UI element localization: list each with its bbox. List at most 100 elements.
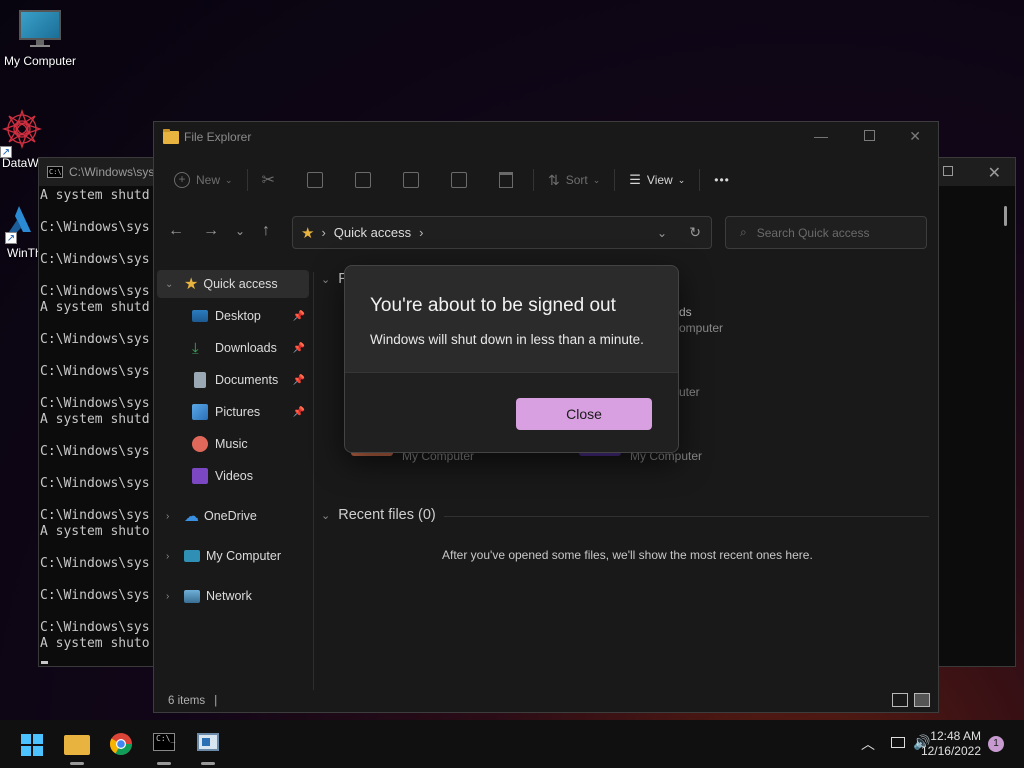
search-box[interactable]: ⌕ [725,216,927,249]
nav-item-my-computer[interactable]: › My Computer [157,542,309,570]
desktop-icon-winth[interactable]: ↗ WinTh [0,204,42,260]
toolbar-separator [532,169,534,191]
pin-icon[interactable]: 📌 [293,407,305,418]
trash-icon [498,172,513,188]
address-bar[interactable]: ★ › Quick access › ⌄ ↻ [292,216,712,249]
search-icon: ⌕ [740,225,747,239]
console-scrollbar-thumb[interactable] [1004,206,1007,226]
tiles-view-icon[interactable] [914,693,930,707]
maximize-button[interactable] [864,130,875,141]
paste-button[interactable] [331,162,379,198]
item-count: 6 items [168,695,206,707]
view-button[interactable]: ☰ View ⌄ [621,162,693,198]
dialog-message: Windows will shut down in less than a mi… [370,332,644,347]
copy-button[interactable] [283,162,331,198]
new-button[interactable]: + New ⌄ [154,162,241,198]
rename-button[interactable] [379,162,427,198]
back-arrow-icon[interactable]: ← [168,222,184,240]
show-hidden-icons-chevron-icon[interactable]: ︿ [861,734,875,754]
command-prompt-icon: C:\_ [153,733,175,751]
nav-item-downloads[interactable]: ⤓ Downloads 📌 [157,334,309,362]
explorer-titlebar[interactable]: File Explorer — ✕ [154,122,938,152]
signout-dialog: You're about to be signed out Windows wi… [344,265,679,453]
recent-files-empty-message: After you've opened some files, we'll sh… [442,548,813,562]
dialog-footer: Close [345,372,678,452]
cut-button[interactable]: ✂ [254,162,283,198]
search-input[interactable] [756,225,917,240]
minimize-button[interactable]: — [814,128,828,144]
recent-locations-chevron-icon[interactable]: ⌄ [235,224,245,238]
cloud-icon: ☁ [184,508,199,525]
nav-item-documents[interactable]: Documents 📌 [157,366,309,394]
scissors-icon: ✂ [261,172,275,189]
pin-icon[interactable]: 📌 [293,375,305,386]
download-icon: ⤓ [192,339,199,357]
pin-icon[interactable]: 📌 [293,311,305,322]
desktop-icon-my-computer[interactable]: My Computer [0,10,80,68]
music-icon [192,436,208,452]
active-app-indicator [157,762,171,765]
copy-icon [306,172,323,188]
console-close-button[interactable]: ✕ [988,163,1001,183]
nav-item-music[interactable]: Music [157,430,309,458]
start-button[interactable] [21,734,43,761]
delete-button[interactable] [475,162,521,198]
nav-item-videos[interactable]: Videos [157,462,309,490]
pin-icon[interactable]: 📌 [293,343,305,354]
monitor-icon [19,10,61,50]
active-app-indicator [201,762,215,765]
taskbar-chrome[interactable] [109,732,133,761]
dialog-close-button[interactable]: Close [516,398,652,430]
chevron-right-icon[interactable]: › [166,591,169,602]
chevron-right-icon[interactable]: › [166,511,169,522]
pictures-icon [192,404,208,420]
taskbar-app-window[interactable] [197,733,219,751]
nav-item-pictures[interactable]: Pictures 📌 [157,398,309,426]
folder-icon [163,128,179,144]
sort-button[interactable]: ⇅ Sort ⌄ [540,162,608,198]
chevron-right-icon[interactable]: › [166,551,169,562]
clock-time: 12:48 AM [930,729,981,743]
nav-item-desktop[interactable]: Desktop 📌 [157,302,309,330]
up-arrow-icon[interactable]: ↑ [262,222,270,240]
clock[interactable]: 12:48 AM 12/16/2022 [921,729,981,759]
tray: ︿ 🔊 12:48 AM 12/16/2022 1 [824,720,1024,768]
folder-icon [64,735,90,755]
taskbar-file-explorer[interactable] [64,732,90,755]
plus-circle-icon: + [174,172,190,188]
nav-item-onedrive[interactable]: › ☁ OneDrive [157,502,309,530]
share-button[interactable] [427,162,475,198]
chevron-down-icon: ⌄ [321,509,331,522]
more-options-button[interactable]: ••• [706,162,738,198]
tile-location: uter [679,385,700,399]
chrome-icon [110,733,132,755]
desktop-icon-label: WinTh [7,246,42,260]
star-icon: ★ [301,224,315,242]
address-history-chevron-icon[interactable]: ⌄ [657,226,667,240]
nav-pane: ⌄ ★ Quick access Desktop 📌 ⤓ Downloads 📌… [157,270,312,690]
section-divider [444,516,929,517]
breadcrumb-separator-icon: › [321,225,326,240]
refresh-icon[interactable]: ↻ [689,224,701,241]
windows-logo-icon [21,734,43,756]
window-title: File Explorer [184,130,252,144]
nav-item-network[interactable]: › Network [157,582,309,610]
chevron-down-icon[interactable]: ⌄ [165,279,173,290]
network-status-icon[interactable] [891,737,905,748]
close-button[interactable]: ✕ [909,128,921,145]
dialog-title: You're about to be signed out [370,295,616,316]
breadcrumb-quick-access[interactable]: Quick access [334,225,411,240]
forward-arrow-icon[interactable]: → [203,222,219,240]
tile-location: omputer [679,321,724,335]
taskbar-command-prompt[interactable]: C:\_ [153,733,175,751]
notification-badge[interactable]: 1 [988,736,1004,752]
console-maximize-button[interactable] [943,166,953,176]
app-logo-icon: ↗ [5,204,35,244]
mandala-icon: ↗ [0,108,44,158]
network-icon [184,589,200,603]
monitor-icon [184,550,200,562]
details-view-icon[interactable] [892,693,908,707]
desktop-icon-label: My Computer [3,54,77,68]
nav-item-quick-access[interactable]: ⌄ ★ Quick access [157,270,309,298]
recent-files-section-header[interactable]: ⌄ Recent files (0) [321,507,436,523]
